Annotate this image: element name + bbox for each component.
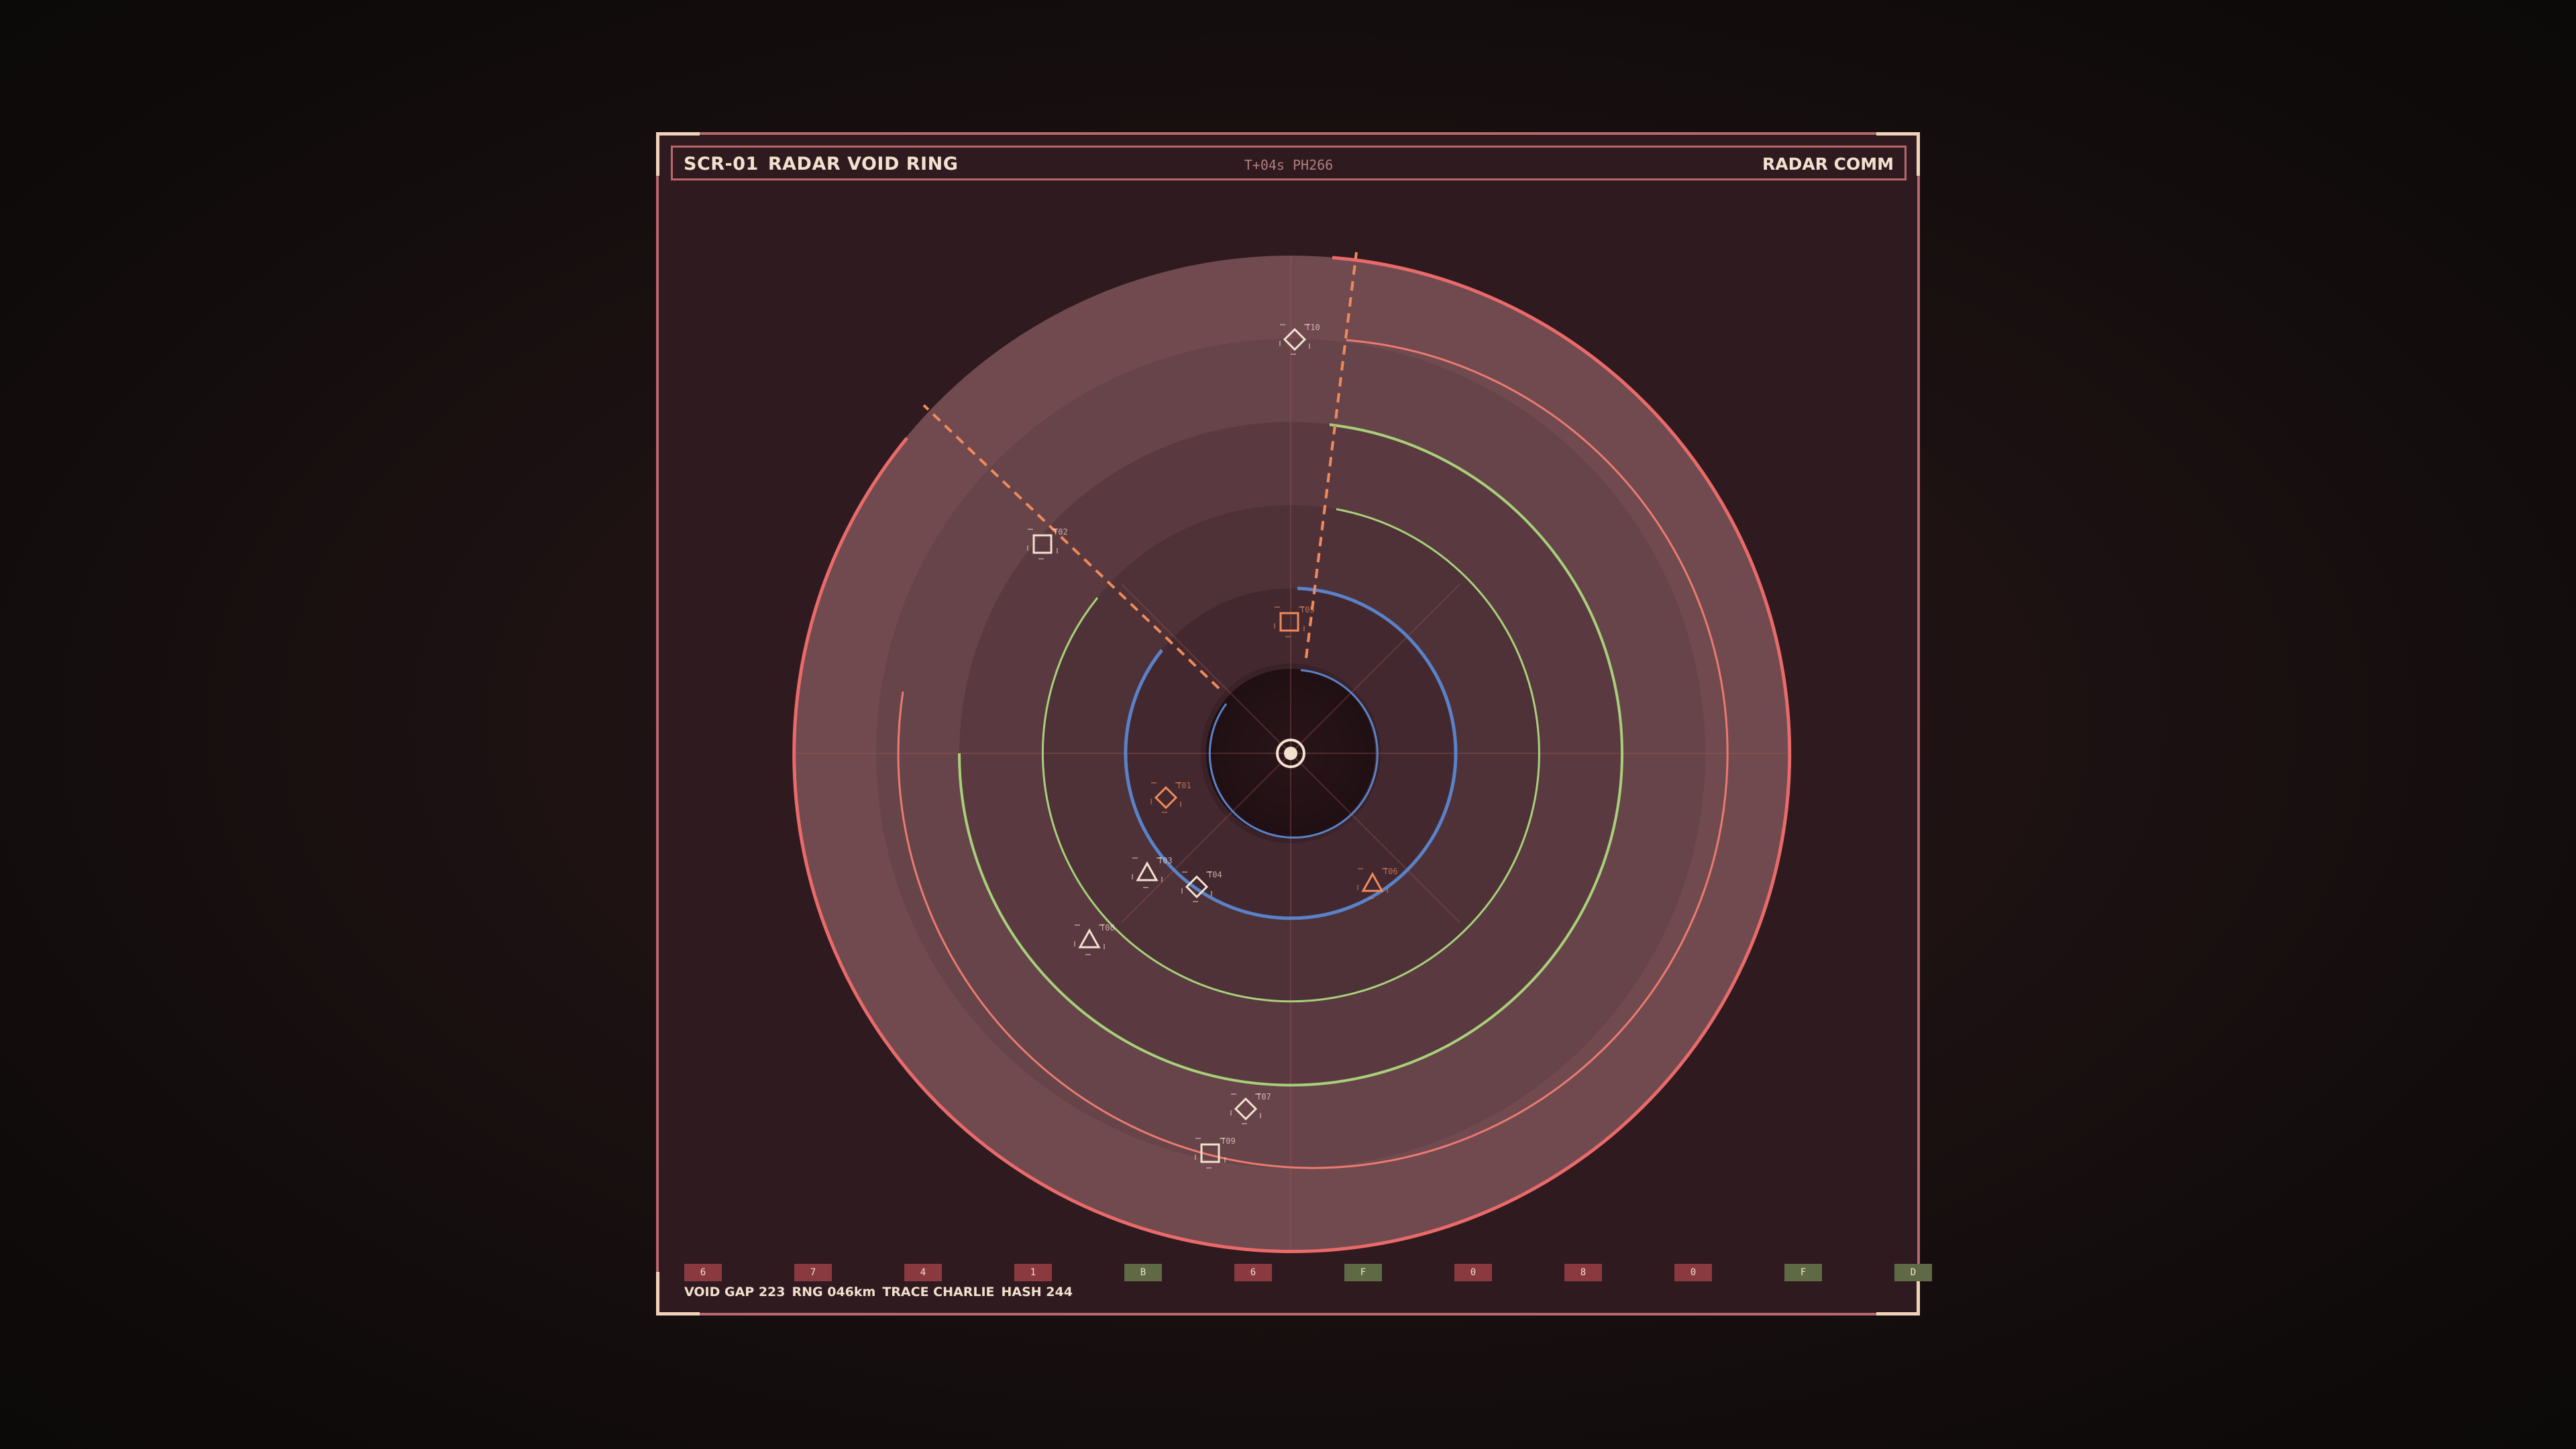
legend-chip[interactable]: 4 <box>904 1264 942 1281</box>
contact-label: T05 <box>1300 605 1315 614</box>
contact-label: T03 <box>1158 856 1173 865</box>
radar-panel: SCR-01 RADAR VOID RING T+04s PH266 RADAR … <box>656 132 1932 1316</box>
contact-label: T07 <box>1256 1092 1271 1102</box>
contact-label: T02 <box>1053 527 1068 537</box>
legend-chip[interactable]: D <box>1894 1264 1932 1281</box>
status-gap: VOID GAP 223 <box>684 1285 786 1299</box>
legend-chip[interactable]: 0 <box>1674 1264 1712 1281</box>
legend-chip[interactable]: 7 <box>794 1264 832 1281</box>
contact-label: T10 <box>1305 323 1320 332</box>
legend-chip[interactable]: 6 <box>684 1264 722 1281</box>
legend-chip[interactable]: F <box>1784 1264 1822 1281</box>
contact-label: T01 <box>1177 781 1191 790</box>
status-line: VOID GAP 223 RNG 046km TRACE CHARLIE HASH 2… <box>684 1285 1079 1299</box>
legend-chip[interactable]: 8 <box>1564 1264 1602 1281</box>
status-hash: HASH 244 <box>1001 1285 1073 1299</box>
legend-chip[interactable]: F <box>1344 1264 1382 1281</box>
radar-scope: T10 T02 T05 T01 T03 T04 T06 T08 T07 T09 <box>792 252 1792 1254</box>
legend-chip[interactable]: 0 <box>1454 1264 1492 1281</box>
status-trace: TRACE CHARLIE <box>882 1285 995 1299</box>
status-range: RNG 046km <box>792 1285 876 1299</box>
legend-chip[interactable]: B <box>1124 1264 1162 1281</box>
legend-chip[interactable]: 6 <box>1234 1264 1272 1281</box>
contact-label: T04 <box>1208 870 1222 879</box>
legend-row: 6 7 4 1 B 6 F 0 8 0 F D <box>684 1264 1932 1281</box>
contact-label: T06 <box>1383 867 1398 876</box>
contact-label: T08 <box>1100 923 1115 932</box>
contact-label: T09 <box>1221 1136 1236 1146</box>
legend-chip[interactable]: 1 <box>1014 1264 1052 1281</box>
